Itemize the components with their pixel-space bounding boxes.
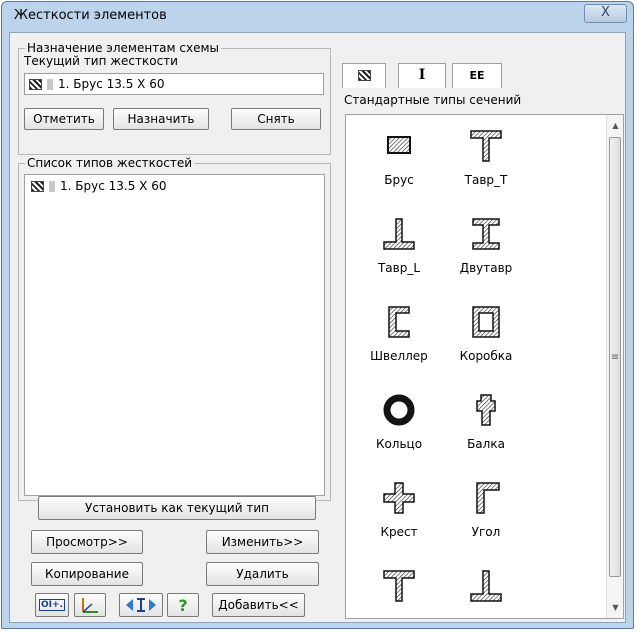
scroll-up-arrow-icon[interactable]: ▲ bbox=[607, 117, 623, 134]
section-type-тавр_l[interactable]: Тавр_L bbox=[354, 215, 444, 275]
section-type-label: Швеллер bbox=[370, 349, 428, 363]
window-title: Жесткости элементов bbox=[14, 8, 167, 23]
section-type-брус[interactable]: Брус bbox=[354, 127, 444, 187]
delete-button[interactable]: Удалить bbox=[206, 562, 319, 586]
edit-button[interactable]: Изменить>> bbox=[206, 530, 319, 554]
current-type-item: 1. Брус 13.5 X 60 bbox=[29, 76, 164, 92]
section-type-коробка[interactable]: Коробка bbox=[441, 303, 531, 363]
title-bar[interactable]: Жесткости элементов X bbox=[2, 2, 633, 28]
balka-icon bbox=[476, 394, 496, 426]
hatched-square-icon bbox=[357, 70, 371, 81]
types-list[interactable]: 1. Брус 13.5 X 60 bbox=[24, 174, 325, 496]
list-item[interactable]: 1. Брус 13.5 X 60 bbox=[31, 178, 324, 194]
hatched-square-icon bbox=[31, 180, 44, 192]
sections-list[interactable]: Брус Тавр_T Тавр_L Двутавр Швеллер Коробка Кол… bbox=[345, 114, 624, 619]
tavr-l-icon bbox=[470, 570, 502, 602]
section-type-угол[interactable]: Угол bbox=[441, 479, 531, 539]
remove-button[interactable]: Снять bbox=[231, 108, 321, 130]
section-type-тавр_t[interactable]: Тавр_T bbox=[441, 127, 531, 187]
section-type-двутавр[interactable]: Двутавр bbox=[441, 215, 531, 275]
mark-button[interactable]: Отметить bbox=[24, 108, 104, 130]
dvutavr-icon bbox=[472, 218, 500, 250]
help-icon: ? bbox=[178, 595, 188, 615]
set-current-button[interactable]: Установить как текущий тип bbox=[38, 496, 316, 520]
i-beam-icon: I bbox=[418, 67, 426, 83]
list-item-label: 1. Брус 13.5 X 60 bbox=[60, 179, 167, 193]
view-button[interactable]: Просмотр>> bbox=[31, 530, 143, 554]
scroll-down-arrow-icon[interactable]: ▼ bbox=[607, 599, 623, 616]
current-type-value: 1. Брус 13.5 X 60 bbox=[58, 77, 165, 91]
section-type-крест[interactable]: Крест bbox=[354, 479, 444, 539]
brus-icon bbox=[387, 136, 411, 154]
section-type-label: Двутавр bbox=[459, 261, 513, 275]
tavr-t-icon bbox=[470, 130, 502, 162]
assign-button[interactable]: Назначить bbox=[113, 108, 209, 130]
section-type-label: Крест bbox=[380, 525, 418, 539]
dialog-window: Жесткости элементов X Назначение элемент… bbox=[1, 1, 634, 629]
color-chip-icon bbox=[49, 180, 55, 192]
tab-i-beam[interactable]: I bbox=[398, 63, 446, 88]
tab-double-section[interactable]: EE bbox=[452, 63, 502, 88]
section-type-item-11[interactable] bbox=[441, 567, 531, 613]
close-icon: X bbox=[601, 5, 610, 20]
help-button[interactable]: ? bbox=[167, 593, 199, 617]
current-type-field[interactable]: 1. Брус 13.5 X 60 bbox=[24, 73, 324, 95]
assign-group: Назначение элементам схемы Текущий тип ж… bbox=[18, 41, 331, 155]
tavr-t-icon bbox=[383, 570, 415, 602]
tavr-l-icon bbox=[383, 218, 415, 250]
params-button[interactable]: ΟΙ+. bbox=[35, 593, 69, 617]
sections-caption: Стандартные типы сечений bbox=[344, 93, 522, 107]
korobka-icon bbox=[472, 306, 500, 338]
double-section-icon: EE bbox=[469, 69, 485, 82]
assign-group-legend: Назначение элементам схемы bbox=[25, 41, 222, 55]
section-type-кольцо[interactable]: Кольцо bbox=[354, 391, 444, 451]
close-button[interactable]: X bbox=[584, 4, 627, 23]
scroll-thumb[interactable]: ≡ bbox=[609, 137, 621, 577]
types-group-legend: Список типов жесткостей bbox=[25, 156, 195, 170]
swap-button[interactable] bbox=[119, 593, 163, 617]
current-type-label: Текущий тип жесткости bbox=[24, 54, 178, 68]
section-type-item-10[interactable] bbox=[354, 567, 444, 613]
dialog-client-area: Назначение элементам схемы Текущий тип ж… bbox=[9, 32, 626, 623]
params-icon: ΟΙ+. bbox=[39, 599, 65, 611]
section-type-label: Тавр_T bbox=[464, 173, 508, 187]
section-type-балка[interactable]: Балка bbox=[441, 391, 531, 451]
section-type-label: Кольцо bbox=[375, 437, 423, 451]
axes-button[interactable] bbox=[74, 593, 106, 617]
hatched-square-icon bbox=[29, 78, 42, 90]
tab-hatched[interactable] bbox=[342, 63, 386, 88]
add-button[interactable]: Добавить<< bbox=[212, 593, 305, 617]
axes-icon bbox=[82, 598, 98, 613]
section-type-label: Тавр_L bbox=[377, 261, 421, 275]
shveller-icon bbox=[388, 306, 410, 338]
ugol-icon bbox=[476, 482, 500, 514]
section-type-label: Угол bbox=[471, 525, 501, 539]
section-type-label: Коробка bbox=[459, 349, 513, 363]
krest-icon bbox=[383, 482, 415, 514]
copy-button[interactable]: Копирование bbox=[31, 562, 143, 586]
sections-scrollbar[interactable]: ▲ ≡ ▼ bbox=[606, 115, 623, 618]
types-group: Список типов жесткостей 1. Брус 13.5 X 6… bbox=[18, 156, 331, 501]
section-type-label: Брус bbox=[384, 173, 414, 187]
swap-icon bbox=[126, 598, 156, 612]
section-type-label: Балка bbox=[467, 437, 505, 451]
color-chip-icon bbox=[47, 78, 53, 90]
section-type-швеллер[interactable]: Швеллер bbox=[354, 303, 444, 363]
koltso-icon bbox=[383, 394, 415, 426]
